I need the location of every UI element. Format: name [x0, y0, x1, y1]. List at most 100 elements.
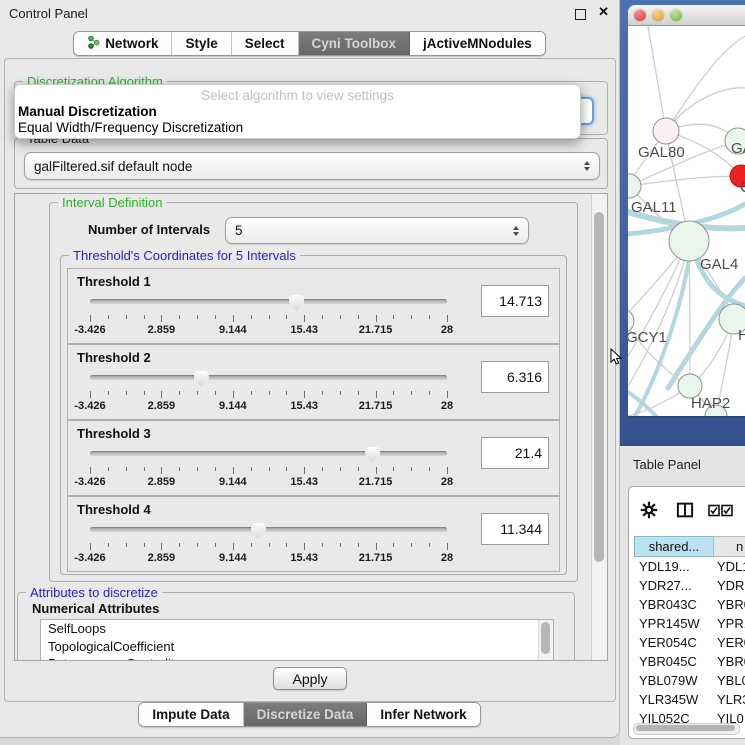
tick-mark — [429, 315, 430, 319]
attribute-item[interactable]: SelfLoops — [41, 620, 553, 638]
number-of-intervals-select[interactable]: 5 — [225, 217, 529, 244]
slider-track[interactable] — [90, 451, 447, 456]
network-node[interactable] — [628, 174, 641, 198]
tick-mark — [197, 391, 198, 395]
threshold-slider[interactable]: -3.4262.8599.14415.4321.71528 — [90, 295, 447, 339]
settings-vertical-scrollbar[interactable] — [591, 194, 607, 660]
slider-handle[interactable] — [194, 371, 209, 387]
tick-label: 15.43 — [290, 400, 318, 412]
tick-mark — [126, 391, 127, 395]
tick-mark — [161, 391, 162, 398]
minimize-traffic-light-icon[interactable] — [652, 9, 664, 21]
close-traffic-light-icon[interactable] — [634, 9, 646, 21]
table-row[interactable]: YBR043CYBR0 — [629, 595, 745, 614]
tab-network[interactable]: Network — [74, 32, 172, 55]
tab-style[interactable]: Style — [172, 32, 231, 55]
tick-mark — [251, 543, 252, 547]
algorithm-option-manual[interactable]: Manual Discretization — [18, 104, 577, 120]
table-row[interactable]: YBL079WYBL0 — [629, 671, 745, 690]
tick-mark — [269, 543, 270, 547]
column-header-shared[interactable]: shared... — [634, 536, 714, 557]
column-header-name[interactable]: n — [713, 536, 745, 557]
tick-mark — [393, 391, 394, 395]
tick-mark — [322, 391, 323, 395]
network-node[interactable] — [653, 118, 679, 144]
slider-handle[interactable] — [365, 447, 380, 463]
table-row[interactable]: YDR27...YDR2 — [629, 576, 745, 595]
network-node[interactable] — [669, 221, 709, 261]
threshold-slider[interactable]: -3.4262.8599.14415.4321.71528 — [90, 447, 447, 491]
cell-name: YDR2 — [717, 576, 745, 595]
tick-mark — [411, 315, 412, 319]
zoom-traffic-light-icon[interactable] — [670, 9, 682, 21]
threshold-value-field[interactable]: 21.4 — [481, 437, 549, 469]
threshold-value-field[interactable]: 14.713 — [481, 285, 549, 317]
algorithm-option-equal-width[interactable]: Equal Width/Frequency Discretization — [18, 120, 577, 136]
table-data-select[interactable]: galFiltered.sif default node — [24, 152, 600, 180]
top-tab-bar: NetworkStyleSelectCyni ToolboxjActiveMNo… — [0, 31, 619, 56]
tick-mark — [108, 315, 109, 319]
threshold-label: Threshold 2 — [77, 350, 151, 365]
tab-jactivemnodules[interactable]: jActiveMNodules — [410, 32, 545, 55]
tick-mark — [269, 315, 270, 319]
apply-button[interactable]: Apply — [273, 667, 347, 690]
network-node-label: GAL4 — [700, 256, 738, 273]
tick-mark — [340, 467, 341, 471]
tick-mark — [233, 543, 234, 550]
tick-label: 2.859 — [148, 552, 176, 564]
slider-track[interactable] — [90, 527, 447, 532]
attribute-item[interactable]: TopologicalCoefficient — [41, 638, 553, 656]
interval-definition-label: Interval Definition — [58, 195, 166, 210]
table-horizontal-scrollbar[interactable] — [633, 723, 740, 735]
gear-icon[interactable] — [638, 499, 660, 521]
tick-mark — [358, 467, 359, 471]
table-row[interactable]: YER054CYER0 — [629, 633, 745, 652]
mode-tab-infer-network[interactable]: Infer Network — [367, 703, 479, 726]
threshold-slider[interactable]: -3.4262.8599.14415.4321.71528 — [90, 523, 447, 567]
thresholds-group-label: Threshold's Coordinates for 5 Intervals — [69, 248, 300, 263]
cell-shared-name: YER054C — [639, 633, 711, 652]
tick-mark — [215, 315, 216, 319]
table-row[interactable]: YIL052CYIL0 — [629, 709, 745, 723]
tick-mark — [286, 391, 287, 395]
tick-label: 28 — [441, 476, 453, 488]
tick-mark — [108, 391, 109, 395]
attribute-item[interactable]: BetweennessCentrality — [41, 655, 553, 661]
mode-tab-impute-data[interactable]: Impute Data — [139, 703, 243, 726]
close-icon[interactable]: ✕ — [598, 4, 609, 20]
threshold-slider[interactable]: -3.4262.8599.14415.4321.71528 — [90, 371, 447, 415]
tick-mark — [233, 467, 234, 474]
tab-select[interactable]: Select — [232, 32, 299, 55]
tick-mark — [322, 315, 323, 319]
cell-shared-name: YLR345W — [639, 690, 711, 709]
network-canvas[interactable]: GAL80GACGAL11GAL4GCY1HHAP2 — [628, 26, 745, 418]
slider-track[interactable] — [90, 375, 447, 380]
threshold-row-1: Threshold 1-3.4262.8599.14415.4321.71528… — [67, 268, 560, 344]
float-window-icon[interactable] — [575, 9, 586, 20]
columns-icon[interactable] — [674, 499, 696, 521]
select-columns-checkboxes-icon[interactable] — [707, 499, 735, 521]
mode-tab-discretize-data[interactable]: Discretize Data — [244, 703, 368, 726]
tab-cyni-toolbox[interactable]: Cyni Toolbox — [299, 32, 411, 55]
tick-mark — [179, 391, 180, 395]
attributes-scrollbar[interactable] — [538, 620, 553, 661]
slider-handle[interactable] — [251, 523, 266, 539]
tick-mark — [340, 543, 341, 547]
slider-handle[interactable] — [289, 295, 304, 311]
threshold-row-2: Threshold 2 -3.4262.8599.14415.4321.71528… — [67, 344, 560, 420]
tick-label: 9.144 — [219, 324, 247, 336]
table-row[interactable]: YLR345WYLR3 — [629, 690, 745, 709]
table-row[interactable]: YDL19...YDL1 — [629, 557, 745, 576]
threshold-value-field[interactable]: 6.316 — [481, 361, 549, 393]
slider-track[interactable] — [90, 299, 447, 304]
tick-mark — [304, 543, 305, 550]
threshold-value-field[interactable]: 11.344 — [481, 513, 549, 545]
table-row[interactable]: YBR045CYBR0 — [629, 652, 745, 671]
interval-definition-group: Interval Definition Number of Intervals … — [49, 202, 578, 582]
tick-mark — [197, 543, 198, 547]
table-row[interactable]: YPR145WYPR1 — [629, 614, 745, 633]
tick-mark — [376, 543, 377, 550]
network-node-label: H — [738, 327, 745, 344]
algorithm-dropdown-popup: Select algorithm to view settings Manual… — [14, 84, 581, 139]
tick-mark — [411, 543, 412, 547]
